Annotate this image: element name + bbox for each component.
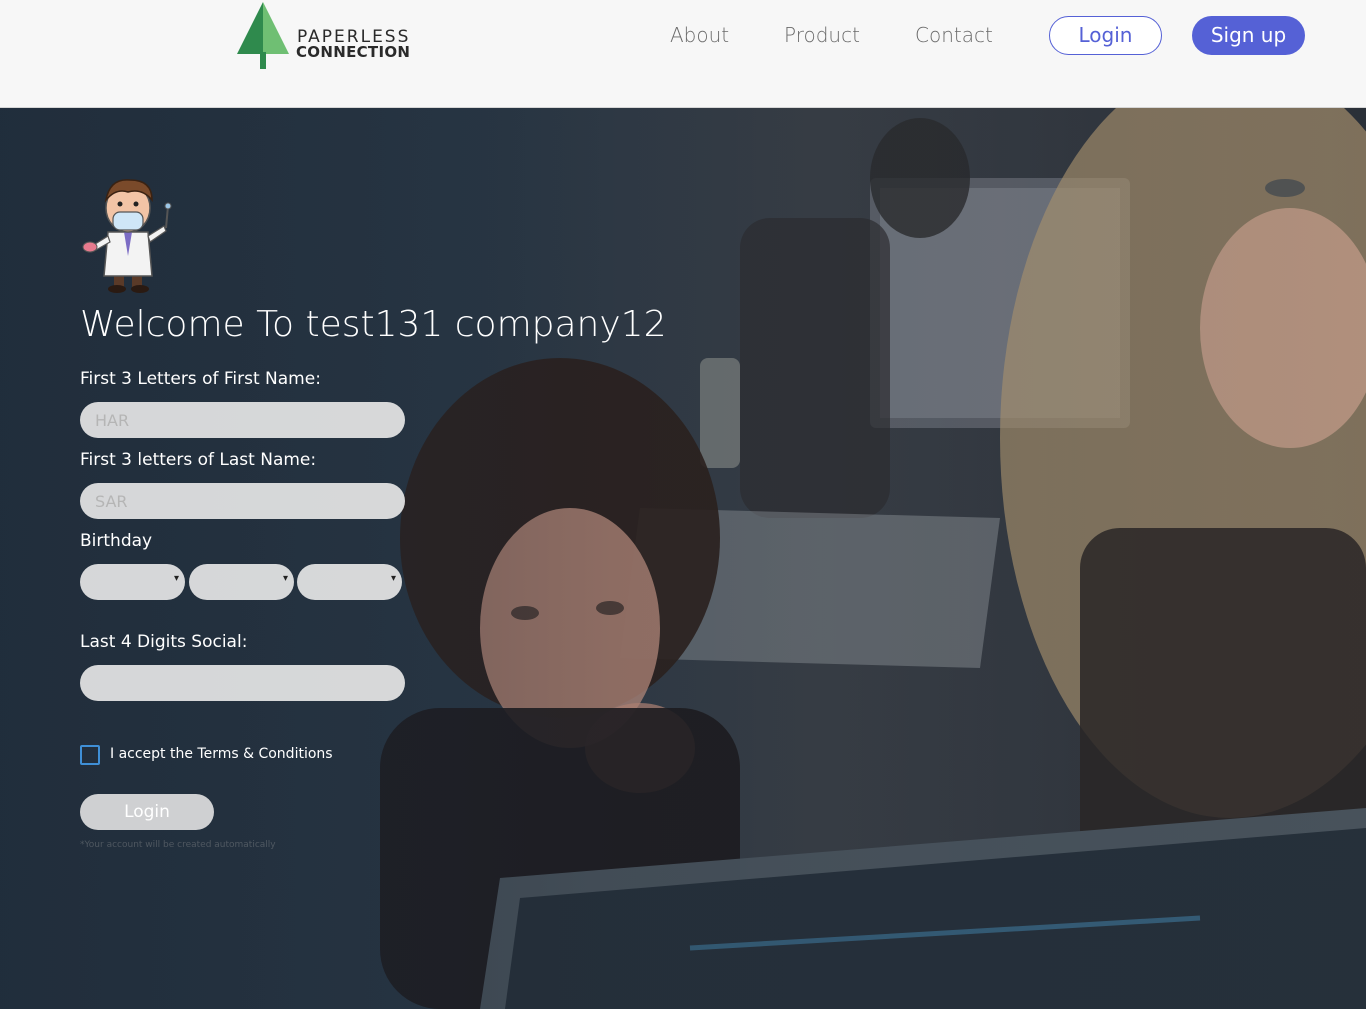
- logo-text-connection: CONNECTION: [296, 43, 411, 61]
- dropdown-arrow-icon: ▾: [282, 573, 288, 584]
- form-login-button[interactable]: Login: [80, 794, 214, 830]
- dropdown-arrow-icon: ▾: [173, 573, 179, 584]
- ssn-label: Last 4 Digits Social:: [80, 632, 248, 652]
- header-signup-button[interactable]: Sign up: [1192, 16, 1305, 55]
- ssn-input[interactable]: [80, 665, 405, 701]
- first-name-input[interactable]: [80, 402, 405, 438]
- paperless-connection-logo[interactable]: PAPERLESS CONNECTION: [237, 2, 411, 70]
- dark-overlay: [0, 108, 1366, 1009]
- tree-logo-icon: [237, 2, 289, 69]
- nav-about[interactable]: About: [670, 23, 729, 47]
- terms-checkbox[interactable]: [80, 745, 100, 765]
- header-login-button[interactable]: Login: [1049, 16, 1162, 55]
- dentist-mascot-icon: [82, 179, 172, 293]
- nav-product[interactable]: Product: [784, 23, 860, 47]
- top-navbar: PAPERLESS CONNECTION About Product Conta…: [0, 0, 1366, 108]
- birthday-year-select[interactable]: ▾: [297, 564, 402, 600]
- welcome-heading: Welcome To test131 company12: [80, 304, 667, 345]
- birthday-day-select[interactable]: ▾: [189, 564, 294, 600]
- fine-print-note: *Your account will be created automatica…: [80, 840, 276, 850]
- terms-label: I accept the Terms & Conditions: [110, 746, 333, 762]
- hero-background-photo: [0, 108, 1366, 1009]
- last-name-label: First 3 letters of Last Name:: [80, 450, 317, 470]
- first-name-label: First 3 Letters of First Name:: [80, 369, 321, 389]
- birthday-month-select[interactable]: ▾: [80, 564, 185, 600]
- dropdown-arrow-icon: ▾: [390, 573, 396, 584]
- birthday-label: Birthday: [80, 531, 153, 551]
- nav-contact[interactable]: Contact: [915, 23, 993, 47]
- last-name-input[interactable]: [80, 483, 405, 519]
